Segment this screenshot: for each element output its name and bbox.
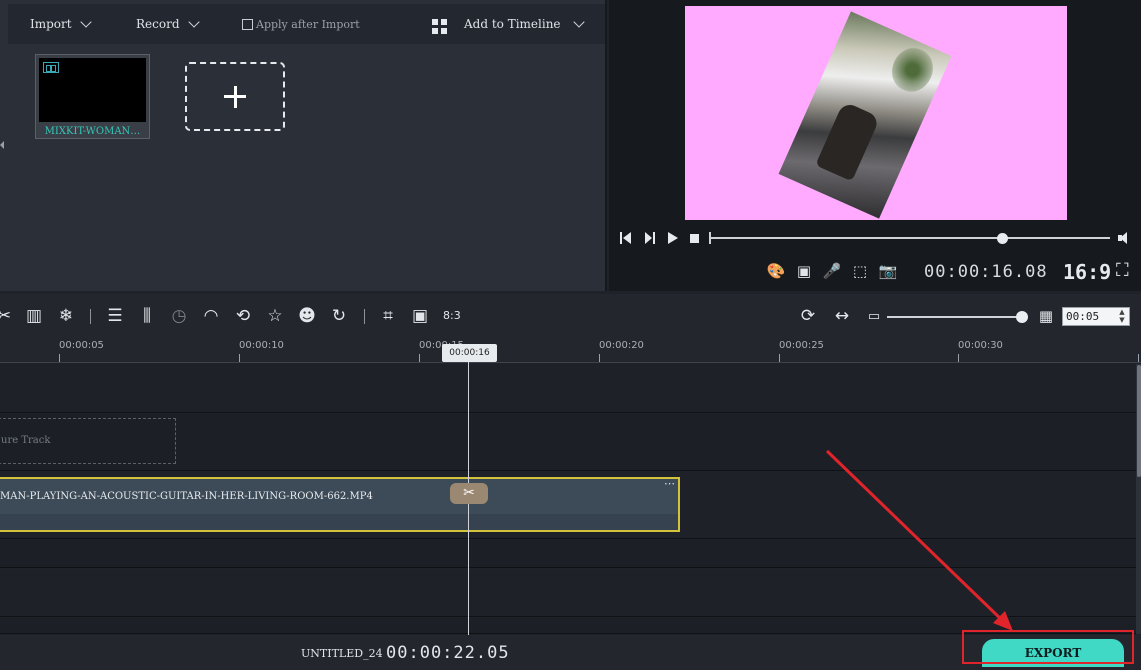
next-frame-icon[interactable] <box>643 231 657 245</box>
volume-icon[interactable] <box>1118 231 1132 245</box>
seek-bar[interactable] <box>709 237 1110 239</box>
ruler-label: 00:00:25 <box>779 340 824 351</box>
seek-handle[interactable] <box>997 233 1008 244</box>
scrollbar-thumb[interactable] <box>1137 365 1141 477</box>
preview-video-frame <box>778 11 952 219</box>
preview-canvas <box>685 6 1067 220</box>
ratio-selector[interactable]: 8:3 <box>443 309 461 322</box>
timeline-track[interactable] <box>0 540 1136 568</box>
clock-icon: ◷ <box>171 306 187 326</box>
pip-icon[interactable]: ▣ <box>410 305 430 327</box>
video-clip[interactable]: MAN-PLAYING-AN-ACOUSTIC-GUITAR-IN-HER-LI… <box>0 477 680 532</box>
playhead-time[interactable]: 00:00:16 <box>442 344 497 362</box>
cut-icon[interactable]: ✂ <box>0 305 14 327</box>
zoom-slider[interactable] <box>887 316 1022 318</box>
preview-panel <box>609 0 1141 291</box>
fullscreen-icon[interactable]: ⛶ <box>1116 262 1134 280</box>
screenshot-region-icon[interactable]: ⬚ <box>850 262 870 280</box>
chevron-down-icon <box>79 15 92 28</box>
zoom-spinner-icon[interactable]: ▲ ▼ <box>1116 308 1128 325</box>
play-icon[interactable] <box>665 231 679 245</box>
camera-record-icon[interactable]: ▣ <box>794 262 814 280</box>
annotation-highlight-box <box>962 630 1134 664</box>
split-scissors-button[interactable]: ✂ <box>450 483 488 504</box>
star-icon[interactable]: ☆ <box>265 305 285 327</box>
ruler-label: 00:00:05 <box>59 340 104 351</box>
preview-timecode: 00:00:16.08 <box>924 262 1048 282</box>
split-clip-icon[interactable]: ▥ <box>24 305 44 327</box>
add-to-timeline-dropdown[interactable]: Add to Timeline <box>464 4 585 44</box>
zoom-handle[interactable] <box>1016 311 1028 323</box>
feature-track-label: ure Track <box>1 435 51 446</box>
media-library-panel: Import Record Apply after Import Add to … <box>0 0 607 291</box>
add-to-timeline-label: Add to Timeline <box>464 17 561 31</box>
timeline-track[interactable] <box>0 364 1136 413</box>
timeline-ruler[interactable]: 00:00:05 00:00:10 00:00:15 00:00:20 00:0… <box>0 338 1141 363</box>
clip-name: MAN-PLAYING-AN-ACOUSTIC-GUITAR-IN-HER-LI… <box>0 491 373 502</box>
clip-preview-image <box>39 58 146 122</box>
palette-icon[interactable]: 🎨 <box>766 262 786 280</box>
adjust-icon[interactable]: ☰ <box>105 305 125 327</box>
media-toolbar: Import Record Apply after Import Add to … <box>8 4 605 44</box>
crop-icon[interactable]: ⌗ <box>378 305 398 327</box>
ruler-label: 00:00:10 <box>239 340 284 351</box>
chevron-down-icon <box>572 15 585 28</box>
prev-frame-icon[interactable] <box>619 231 633 245</box>
clip-thumbnail-label: MIXKIT-WOMAN… <box>44 126 141 137</box>
columns-icon[interactable]: ⫼ <box>137 305 157 327</box>
media-clip-thumbnail[interactable]: MIXKIT-WOMAN… <box>35 54 150 139</box>
aspect-ratio-selector[interactable]: 16:9 <box>1063 260 1111 284</box>
zoom-in-icon[interactable]: ▦ <box>1036 305 1056 327</box>
record-label: Record <box>136 17 180 31</box>
import-label: Import <box>30 17 72 31</box>
stop-icon[interactable] <box>688 231 702 245</box>
project-name: UNTITLED_24 <box>301 647 383 660</box>
microphone-icon[interactable]: 🎤 <box>822 262 842 280</box>
rotate-icon[interactable]: ⟲ <box>233 305 253 327</box>
apply-after-import-label: Apply after Import <box>256 17 360 31</box>
speedometer-icon[interactable]: ◠ <box>201 305 221 327</box>
grid-icon[interactable] <box>432 19 447 34</box>
more-options-icon[interactable]: ⋯ <box>664 477 675 490</box>
film-icon <box>43 62 59 73</box>
chevron-down-icon <box>187 15 200 28</box>
snapshot-camera-icon[interactable]: 📷 <box>878 262 898 280</box>
freeze-icon[interactable]: ❄ <box>56 305 76 327</box>
checkbox-icon <box>242 18 253 30</box>
project-duration: 00:00:22.05 <box>386 643 510 663</box>
record-dropdown[interactable]: Record <box>136 4 200 44</box>
import-dropdown[interactable]: Import <box>30 4 92 44</box>
feature-track-placeholder[interactable]: ure Track <box>0 418 176 464</box>
zoom-out-icon[interactable]: ▭ <box>864 305 884 327</box>
sync-icon[interactable]: ⟳ <box>798 305 818 327</box>
person-icon[interactable]: ☻ <box>297 305 317 327</box>
fit-width-icon[interactable]: ↔ <box>832 305 852 327</box>
add-media-button[interactable] <box>185 62 285 131</box>
apply-after-import-checkbox[interactable]: Apply after Import <box>242 4 360 44</box>
timeline-track[interactable] <box>0 570 1136 617</box>
ruler-label: 00:00:30 <box>958 340 1003 351</box>
ruler-label: 00:00:20 <box>599 340 644 351</box>
collapse-left-icon[interactable] <box>0 141 4 149</box>
loop-icon[interactable]: ↻ <box>329 305 349 327</box>
